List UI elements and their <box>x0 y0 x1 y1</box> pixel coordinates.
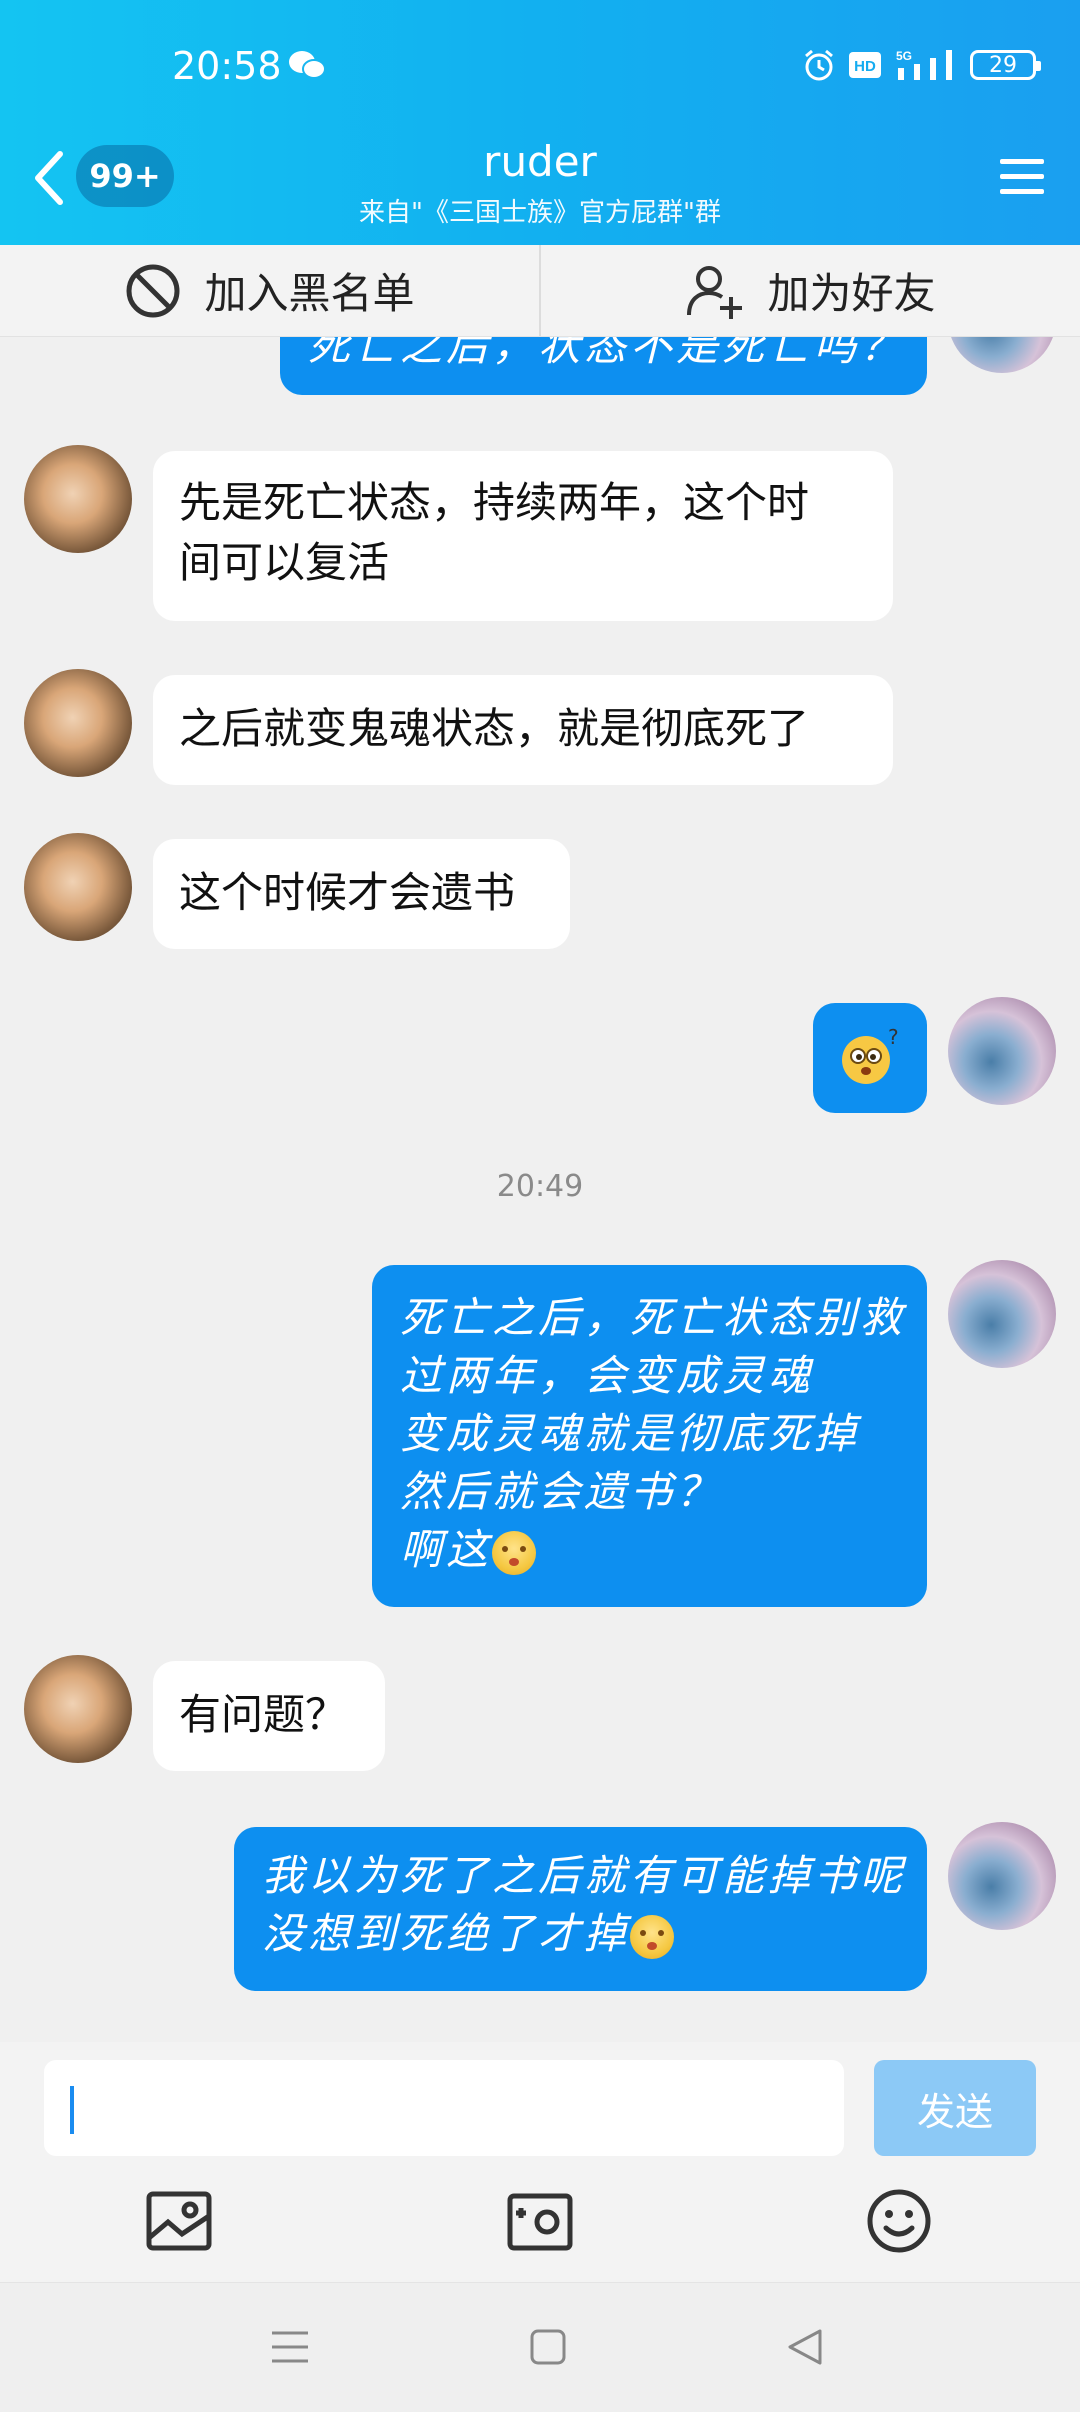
add-friend-label: 加为好友 <box>767 269 936 318</box>
home-icon[interactable] <box>524 2323 572 2371</box>
message-list[interactable]: 死亡之后，状态不是死亡吗？ 先是死亡状态，持续两年，这个时 间可以复活 之后就变… <box>0 337 1080 2042</box>
avatar[interactable] <box>24 669 132 777</box>
avatar[interactable] <box>948 1260 1056 1368</box>
image-icon[interactable] <box>144 2186 214 2256</box>
avatar[interactable] <box>948 1822 1056 1930</box>
status-icons: HD 5G 29 <box>802 48 1041 82</box>
svg-text:?: ? <box>888 1026 899 1049</box>
avatar[interactable] <box>24 1655 132 1763</box>
recent-apps-icon[interactable] <box>266 2323 314 2371</box>
menu-icon[interactable] <box>998 155 1046 199</box>
chat-header: 20:58 HD 5G 29 99+ ruder 来自"《三国士族》官方屁群"群 <box>0 0 1080 245</box>
battery-icon: 29 <box>970 50 1041 80</box>
signal-5g-icon: 5G <box>896 49 952 80</box>
block-icon <box>126 264 180 317</box>
camera-icon[interactable] <box>505 2186 575 2256</box>
block-button[interactable]: 加入黑名单 <box>0 245 539 336</box>
text-caret <box>70 2086 74 2134</box>
status-time: 20:58 <box>172 44 282 88</box>
system-nav-bar <box>0 2282 1080 2412</box>
message-bubble-in[interactable]: 这个时候才会遗书 <box>153 839 570 949</box>
message-bubble-in[interactable]: 先是死亡状态，持续两年，这个时 间可以复活 <box>153 451 893 621</box>
message-bubble-out[interactable]: 死亡之后，死亡状态别救 过两年，会变成灵魂 变成灵魂就是彻底死掉 然后就会遗书？… <box>372 1265 927 1607</box>
avatar[interactable] <box>948 337 1056 373</box>
input-area: 发送 <box>0 2042 1080 2282</box>
alarm-icon <box>805 49 833 81</box>
add-friend-icon <box>687 265 743 319</box>
confused-emoji-icon: ? <box>842 1026 899 1084</box>
message-bubble-out[interactable]: 我以为死了之后就有可能掉书呢 没想到死绝了才掉 <box>234 1827 927 1991</box>
action-bar: 加入黑名单 加为好友 <box>0 245 1080 337</box>
message-bubble-out[interactable]: 死亡之后，状态不是死亡吗？ <box>280 337 927 395</box>
send-button[interactable]: 发送 <box>874 2060 1036 2156</box>
svg-text:HD: HD <box>854 58 876 75</box>
block-label: 加入黑名单 <box>204 269 415 318</box>
back-nav-icon[interactable] <box>782 2323 830 2371</box>
hd-icon: HD <box>849 52 881 78</box>
avatar[interactable] <box>948 997 1056 1105</box>
message-bubble-in[interactable]: 之后就变鬼魂状态，就是彻底死了 <box>153 675 893 785</box>
emoji-icon <box>492 1531 537 1575</box>
add-friend-button[interactable]: 加为好友 <box>541 245 1080 336</box>
emoji-picker-icon[interactable] <box>864 2186 934 2256</box>
avatar[interactable] <box>24 445 132 553</box>
svg-text:5G: 5G <box>896 49 912 63</box>
emoji-icon <box>630 1915 675 1959</box>
message-timestamp: 20:49 <box>496 1169 584 1204</box>
message-input[interactable] <box>44 2060 844 2156</box>
avatar[interactable] <box>24 833 132 941</box>
wechat-icon <box>289 51 326 79</box>
chat-subtitle: 来自"《三国士族》官方屁群"群 <box>359 198 721 228</box>
message-bubble-in[interactable]: 有问题？ <box>153 1661 385 1771</box>
sticker-bubble[interactable]: ? <box>813 1003 927 1113</box>
chat-title: ruder <box>483 137 597 186</box>
